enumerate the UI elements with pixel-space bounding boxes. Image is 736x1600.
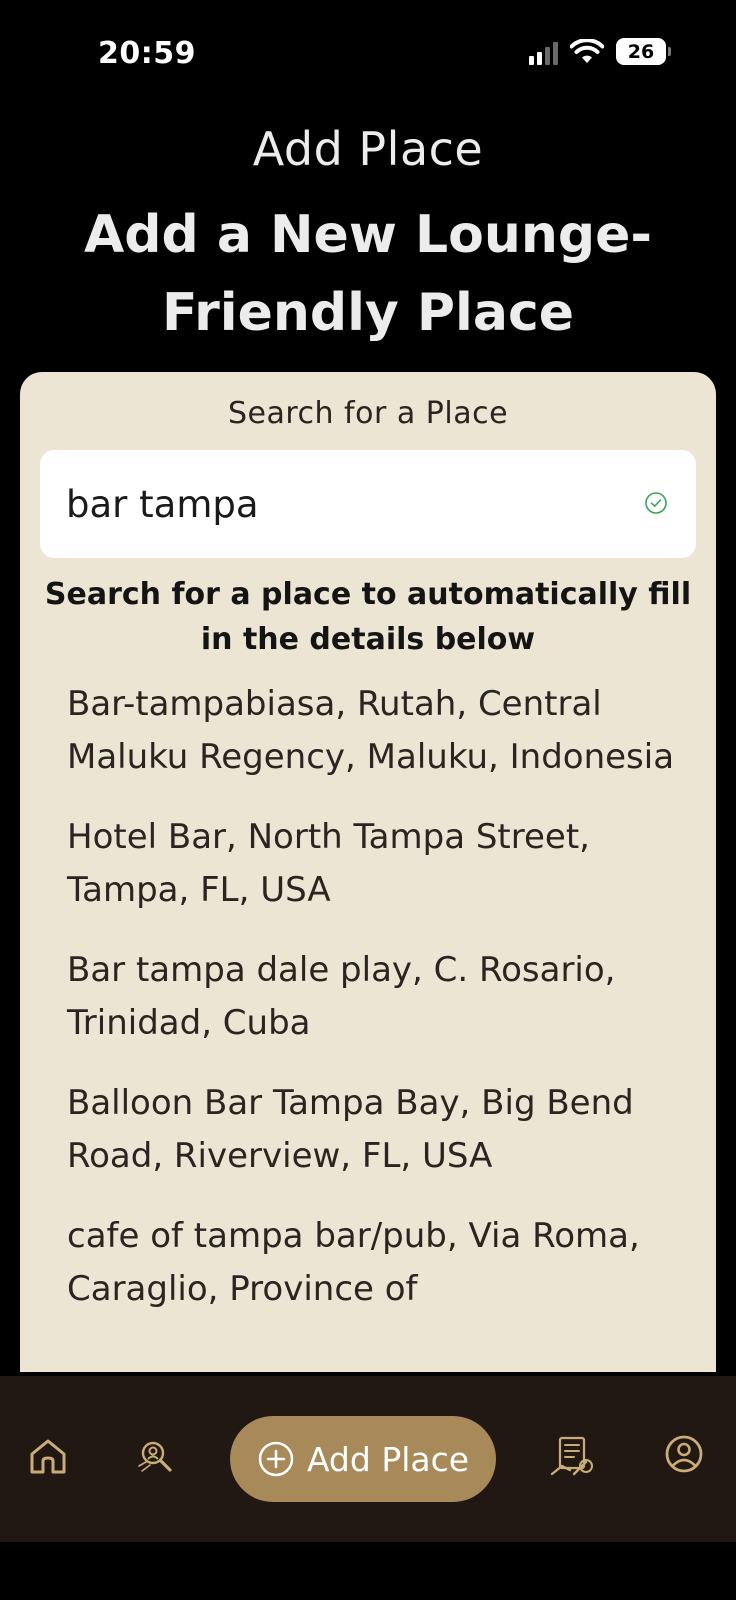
- battery-icon: 26: [616, 38, 671, 65]
- search-result-item[interactable]: Bar tampa dale play, C. Rosario, Trinida…: [67, 944, 687, 1050]
- wifi-icon: [570, 38, 604, 63]
- search-label: Search for a Place: [227, 396, 509, 431]
- home-icon[interactable]: [26, 1434, 70, 1478]
- check-circle-icon: [645, 492, 667, 514]
- search-box[interactable]: [40, 450, 696, 558]
- bottom-tab-bar: Add Place: [0, 1376, 736, 1542]
- search-result-item[interactable]: Hotel Bar, North Tampa Street, Tampa, FL…: [67, 811, 687, 917]
- page-heading: Add a New Lounge-Friendly Place: [84, 205, 652, 343]
- profile-icon[interactable]: [664, 1434, 704, 1474]
- search-input[interactable]: [66, 450, 626, 558]
- status-time: 20:59: [98, 36, 196, 71]
- add-place-button[interactable]: Add Place: [230, 1416, 496, 1502]
- status-bar: 20:59 26: [0, 0, 736, 108]
- search-helper-text: Search for a place to automatically fill…: [44, 577, 692, 657]
- list-icon[interactable]: [548, 1432, 596, 1480]
- search-results-list: Bar-tampabiasa, Rutah, Central Maluku Re…: [67, 678, 687, 1343]
- status-icons: 26: [529, 38, 671, 65]
- search-result-item[interactable]: Balloon Bar Tampa Bay, Big Bend Road, Ri…: [67, 1077, 687, 1183]
- signal-icon: [529, 39, 558, 65]
- home-indicator-area: [0, 1542, 736, 1600]
- add-place-screen: 20:59 26 Add Place Add a New Lounge-Frie…: [0, 0, 736, 1600]
- search-result-item[interactable]: cafe of tampa bar/pub, Via Roma, Caragli…: [67, 1210, 687, 1316]
- search-result-item[interactable]: Bar-tampabiasa, Rutah, Central Maluku Re…: [67, 678, 687, 784]
- plus-circle-icon: [258, 1441, 294, 1477]
- nav-title: Add Place: [252, 122, 484, 176]
- add-place-button-label: Add Place: [306, 1439, 470, 1479]
- explore-icon[interactable]: [134, 1434, 178, 1478]
- search-card: Search for a Place Search for a place to…: [20, 372, 716, 1372]
